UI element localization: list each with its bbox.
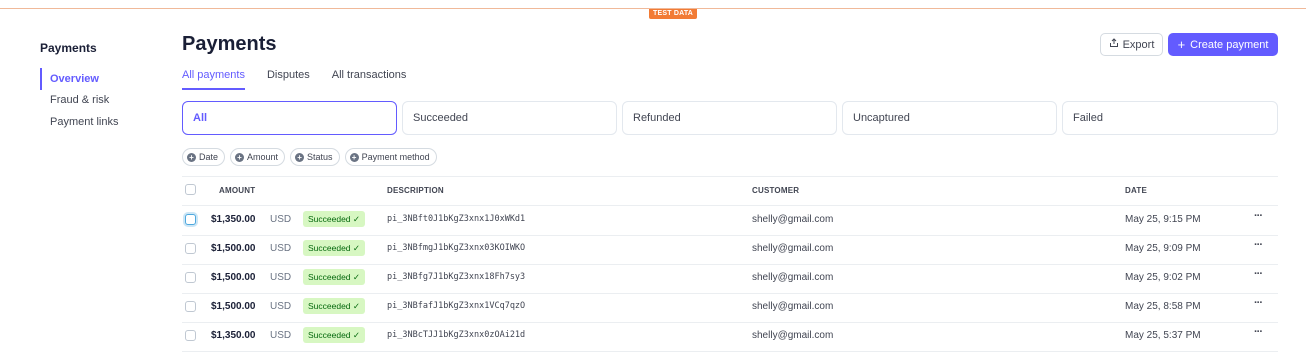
plus-icon: +	[1177, 37, 1186, 52]
filter-refunded[interactable]: Refunded	[622, 101, 837, 135]
export-button[interactable]: Export	[1100, 33, 1163, 56]
tab-bar: All payments Disputes All transactions	[182, 68, 406, 90]
test-data-badge: TEST DATA	[649, 9, 698, 19]
plus-circle-icon: +	[295, 152, 305, 162]
chip-label: Date	[199, 152, 219, 162]
sidebar-nav: Overview Fraud & risk Payment links	[40, 68, 118, 133]
row-currency: USD	[270, 272, 292, 283]
sidebar-item-payment-links[interactable]: Payment links	[40, 111, 118, 133]
more-icon[interactable]: ···	[1254, 297, 1263, 309]
sidebar-title: Payments	[40, 41, 97, 55]
create-payment-label: Create payment	[1190, 38, 1269, 51]
filter-chips: + Date + Amount + Status + Payment method	[182, 148, 437, 166]
table-row[interactable]: $1,350.00 USD Succeeded ✓ pi_3NBft0J1bKg…	[182, 206, 1278, 235]
plus-circle-icon: +	[187, 152, 196, 162]
row-amount: $1,350.00	[211, 330, 256, 341]
row-description: pi_3NBfmgJ1bKgZ3xnx03KOIWKO	[387, 243, 526, 253]
row-description: pi_3NBfafJ1bKgZ3xnx1VCq7qzO	[387, 301, 526, 311]
row-checkbox[interactable]	[185, 243, 196, 254]
page-title: Payments	[182, 33, 277, 55]
divider	[182, 176, 1278, 177]
plus-circle-icon: +	[349, 152, 359, 162]
column-header-customer[interactable]: CUSTOMER	[752, 186, 799, 195]
chip-label: Payment method	[361, 152, 430, 162]
sidebar-item-overview[interactable]: Overview	[40, 68, 118, 90]
filter-uncaptured[interactable]: Uncaptured	[842, 101, 1057, 135]
row-date: May 25, 9:02 PM	[1125, 272, 1201, 283]
chip-label: Status	[307, 152, 333, 162]
row-customer[interactable]: shelly@gmail.com	[752, 330, 833, 341]
table-row[interactable]: $1,500.00 USD Succeeded ✓ pi_3NBfmgJ1bKg…	[182, 235, 1278, 264]
row-currency: USD	[270, 214, 292, 225]
filter-all[interactable]: All	[182, 101, 397, 135]
row-customer[interactable]: shelly@gmail.com	[752, 301, 833, 312]
row-date: May 25, 5:37 PM	[1125, 330, 1201, 341]
row-customer[interactable]: shelly@gmail.com	[752, 272, 833, 283]
row-amount: $1,500.00	[211, 243, 256, 254]
more-icon[interactable]: ···	[1254, 210, 1263, 222]
more-icon[interactable]: ···	[1254, 326, 1263, 338]
row-description: pi_3NBft0J1bKgZ3xnx1J0xWKd1	[387, 214, 526, 224]
row-date: May 25, 9:09 PM	[1125, 243, 1201, 254]
row-checkbox[interactable]	[185, 272, 196, 283]
more-icon[interactable]: ···	[1254, 239, 1263, 251]
chip-label: Amount	[247, 152, 279, 162]
row-checkbox[interactable]	[185, 301, 196, 312]
status-badge: Succeeded ✓	[303, 269, 366, 285]
row-date: May 25, 9:15 PM	[1125, 214, 1201, 225]
chip-date[interactable]: + Date	[182, 148, 226, 166]
create-payment-button[interactable]: + Create payment	[1168, 33, 1278, 56]
select-all-checkbox[interactable]	[185, 184, 196, 195]
status-badge: Succeeded ✓	[303, 327, 366, 343]
tab-all-transactions[interactable]: All transactions	[332, 68, 407, 88]
tab-disputes[interactable]: Disputes	[267, 68, 310, 88]
plus-circle-icon: +	[235, 152, 245, 162]
chip-amount[interactable]: + Amount	[230, 148, 286, 166]
row-currency: USD	[270, 243, 292, 254]
filter-failed[interactable]: Failed	[1062, 101, 1278, 135]
row-checkbox[interactable]	[185, 214, 196, 225]
row-customer[interactable]: shelly@gmail.com	[752, 243, 833, 254]
export-icon	[1109, 38, 1119, 51]
row-amount: $1,350.00	[211, 214, 256, 225]
row-description: pi_3NBcTJJ1bKgZ3xnx0zOAi21d	[387, 330, 526, 340]
row-currency: USD	[270, 330, 292, 341]
more-icon[interactable]: ···	[1254, 268, 1263, 280]
row-amount: $1,500.00	[211, 301, 256, 312]
export-label: Export	[1122, 38, 1155, 51]
column-header-date[interactable]: DATE	[1125, 186, 1147, 195]
divider	[182, 351, 1278, 352]
table-row[interactable]: $1,500.00 USD Succeeded ✓ pi_3NBfafJ1bKg…	[182, 293, 1278, 322]
row-date: May 25, 8:58 PM	[1125, 301, 1201, 312]
chip-payment-method[interactable]: + Payment method	[344, 148, 437, 166]
column-header-amount[interactable]: AMOUNT	[219, 186, 255, 195]
sidebar-item-fraud-risk[interactable]: Fraud & risk	[40, 89, 118, 111]
table-row[interactable]: $1,350.00 USD Succeeded ✓ pi_3NBcTJJ1bKg…	[182, 322, 1278, 351]
row-currency: USD	[270, 301, 292, 312]
chip-status[interactable]: + Status	[290, 148, 340, 166]
row-description: pi_3NBfg7J1bKgZ3xnx18Fh7sy3	[387, 272, 526, 282]
row-customer[interactable]: shelly@gmail.com	[752, 214, 833, 225]
row-checkbox[interactable]	[185, 330, 196, 341]
column-header-description[interactable]: DESCRIPTION	[387, 186, 444, 195]
status-badge: Succeeded ✓	[303, 211, 366, 227]
row-amount: $1,500.00	[211, 272, 256, 283]
status-badge: Succeeded ✓	[303, 240, 366, 256]
status-badge: Succeeded ✓	[303, 298, 366, 314]
tab-all-payments[interactable]: All payments	[182, 68, 245, 90]
table-row[interactable]: $1,500.00 USD Succeeded ✓ pi_3NBfg7J1bKg…	[182, 264, 1278, 293]
filter-succeeded[interactable]: Succeeded	[402, 101, 617, 135]
